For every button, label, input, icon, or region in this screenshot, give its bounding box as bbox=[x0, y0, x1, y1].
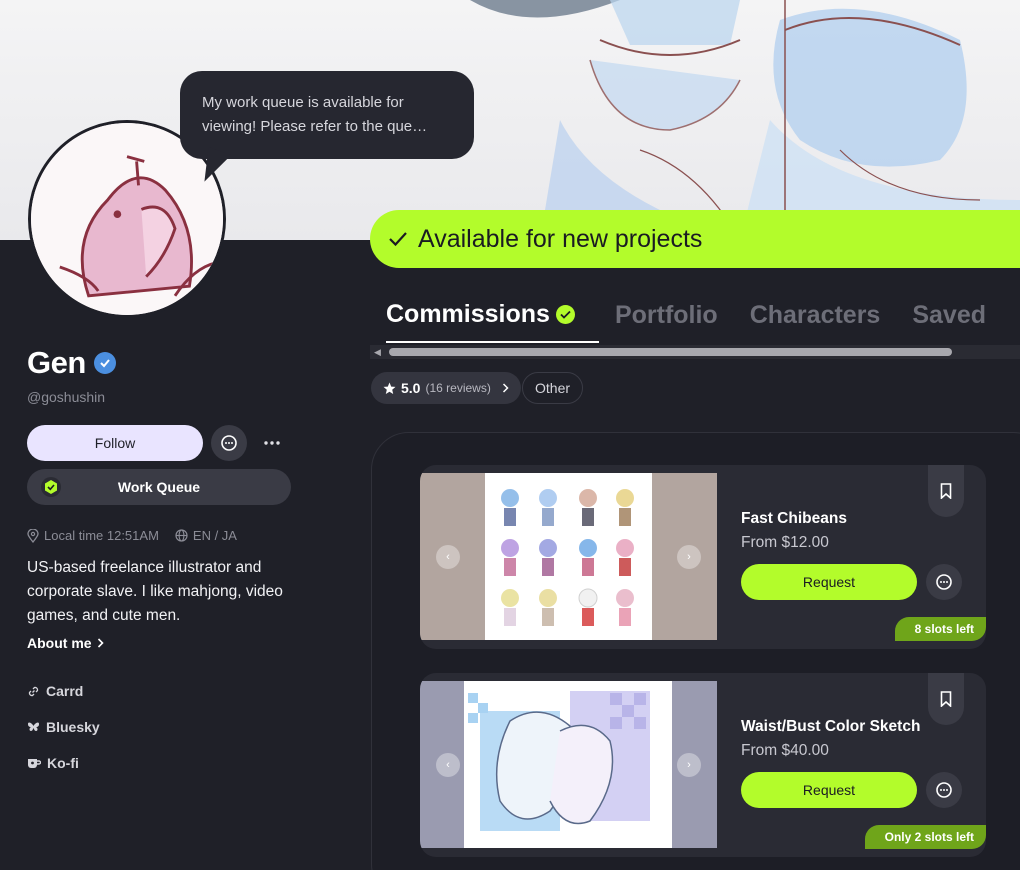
chat-icon bbox=[936, 782, 952, 798]
tab-characters-label: Characters bbox=[749, 301, 881, 329]
scroll-left-arrow-icon[interactable]: ◀ bbox=[374, 347, 381, 358]
message-button[interactable] bbox=[211, 425, 247, 461]
work-queue-icon bbox=[41, 477, 61, 497]
tab-portfolio[interactable]: Portfolio bbox=[615, 300, 718, 343]
other-filter-label: Other bbox=[535, 380, 571, 396]
review-count: (16 reviews) bbox=[425, 381, 491, 395]
image-next-arrow[interactable]: › bbox=[677, 753, 701, 777]
request-button[interactable]: Request bbox=[741, 772, 917, 808]
commission-preview-image bbox=[420, 681, 717, 848]
link-carrd[interactable]: Carrd bbox=[27, 683, 83, 699]
rating-filter-chip[interactable]: 5.0 (16 reviews) bbox=[371, 372, 521, 404]
commission-price: From $40.00 bbox=[741, 742, 829, 759]
commission-price: From $12.00 bbox=[741, 534, 829, 551]
butterfly-icon bbox=[28, 722, 39, 731]
image-prev-arrow[interactable]: ‹ bbox=[436, 753, 460, 777]
commission-message-button[interactable] bbox=[926, 772, 962, 808]
commission-title: Waist/Bust Color Sketch bbox=[741, 718, 921, 735]
status-speech-bubble[interactable]: My work queue is available for viewing! … bbox=[180, 71, 474, 159]
link-kofi-label: Ko-fi bbox=[47, 755, 79, 771]
bookmark-button[interactable] bbox=[928, 673, 964, 725]
link-icon bbox=[28, 686, 39, 696]
chat-icon bbox=[221, 435, 237, 451]
commission-title: Fast Chibeans bbox=[741, 510, 847, 527]
local-time-text: Local time 12:51AM bbox=[44, 528, 159, 543]
tab-portfolio-label: Portfolio bbox=[614, 301, 718, 329]
image-next-arrow[interactable]: › bbox=[677, 545, 701, 569]
chat-icon bbox=[936, 574, 952, 590]
bookmark-icon bbox=[940, 483, 952, 499]
link-carrd-label: Carrd bbox=[46, 683, 84, 699]
link-kofi[interactable]: Ko-fi bbox=[27, 755, 79, 771]
more-options-button[interactable] bbox=[258, 430, 286, 456]
follow-button[interactable]: Follow bbox=[27, 425, 203, 461]
profile-name: Gen bbox=[27, 345, 86, 380]
commission-card[interactable]: ‹ › Waist/Bust Color Sketch From $40.00 … bbox=[420, 673, 986, 857]
location-pin-icon bbox=[27, 528, 39, 543]
star-icon bbox=[383, 382, 396, 394]
request-button[interactable]: Request bbox=[741, 564, 917, 600]
profile-meta: Local time 12:51AM EN / JA bbox=[27, 528, 237, 543]
languages: EN / JA bbox=[175, 528, 237, 543]
other-filter-chip[interactable]: Other bbox=[522, 372, 584, 404]
chevron-right-icon bbox=[502, 383, 509, 393]
commission-message-button[interactable] bbox=[926, 564, 962, 600]
link-bluesky[interactable]: Bluesky bbox=[27, 719, 100, 735]
tab-characters[interactable]: Characters bbox=[750, 300, 881, 343]
languages-text: EN / JA bbox=[192, 528, 237, 543]
commission-card[interactable]: ‹ › Fast Chibeans From $12.00 Request 8 … bbox=[420, 465, 986, 649]
work-queue-label: Work Queue bbox=[117, 479, 201, 495]
work-queue-button[interactable]: Work Queue bbox=[27, 469, 291, 505]
about-me-link[interactable]: About me bbox=[27, 635, 104, 651]
tab-saved-label: Saved bbox=[912, 301, 987, 329]
tab-commissions[interactable]: Commissions bbox=[386, 300, 599, 343]
ellipsis-icon bbox=[264, 441, 280, 445]
name-row: Gen bbox=[27, 345, 116, 381]
verified-icon bbox=[93, 352, 116, 374]
profile-handle: @goshushin bbox=[27, 389, 106, 405]
tab-commissions-label: Commissions bbox=[386, 300, 550, 328]
globe-icon bbox=[175, 529, 188, 542]
coffee-cup-icon bbox=[28, 758, 41, 768]
banner-artwork bbox=[470, 0, 1020, 240]
slots-left-badge: 8 slots left bbox=[894, 617, 986, 641]
profile-tabs: Commissions Portfolio Characters Saved bbox=[386, 300, 1018, 343]
local-time: Local time 12:51AM bbox=[27, 528, 159, 543]
check-icon bbox=[389, 232, 407, 247]
commissions-open-icon bbox=[555, 305, 575, 324]
bubble-text: My work queue is available for viewing! … bbox=[202, 94, 428, 135]
slots-left-badge: Only 2 slots left bbox=[864, 825, 986, 849]
about-me-label: About me bbox=[27, 635, 92, 651]
bookmark-button[interactable] bbox=[928, 465, 964, 517]
link-bluesky-label: Bluesky bbox=[46, 719, 100, 735]
commission-preview-image bbox=[420, 473, 717, 640]
tabs-scrollbar-thumb[interactable] bbox=[389, 348, 952, 356]
bookmark-icon bbox=[940, 691, 952, 707]
profile-bio: US-based freelance illustrator and corpo… bbox=[27, 559, 283, 624]
rating-value: 5.0 bbox=[401, 380, 421, 396]
availability-banner: Available for new projects bbox=[370, 210, 1020, 268]
availability-text: Available for new projects bbox=[418, 224, 703, 253]
tab-saved[interactable]: Saved bbox=[912, 300, 986, 343]
chevron-right-icon bbox=[97, 638, 104, 648]
image-prev-arrow[interactable]: ‹ bbox=[436, 545, 460, 569]
